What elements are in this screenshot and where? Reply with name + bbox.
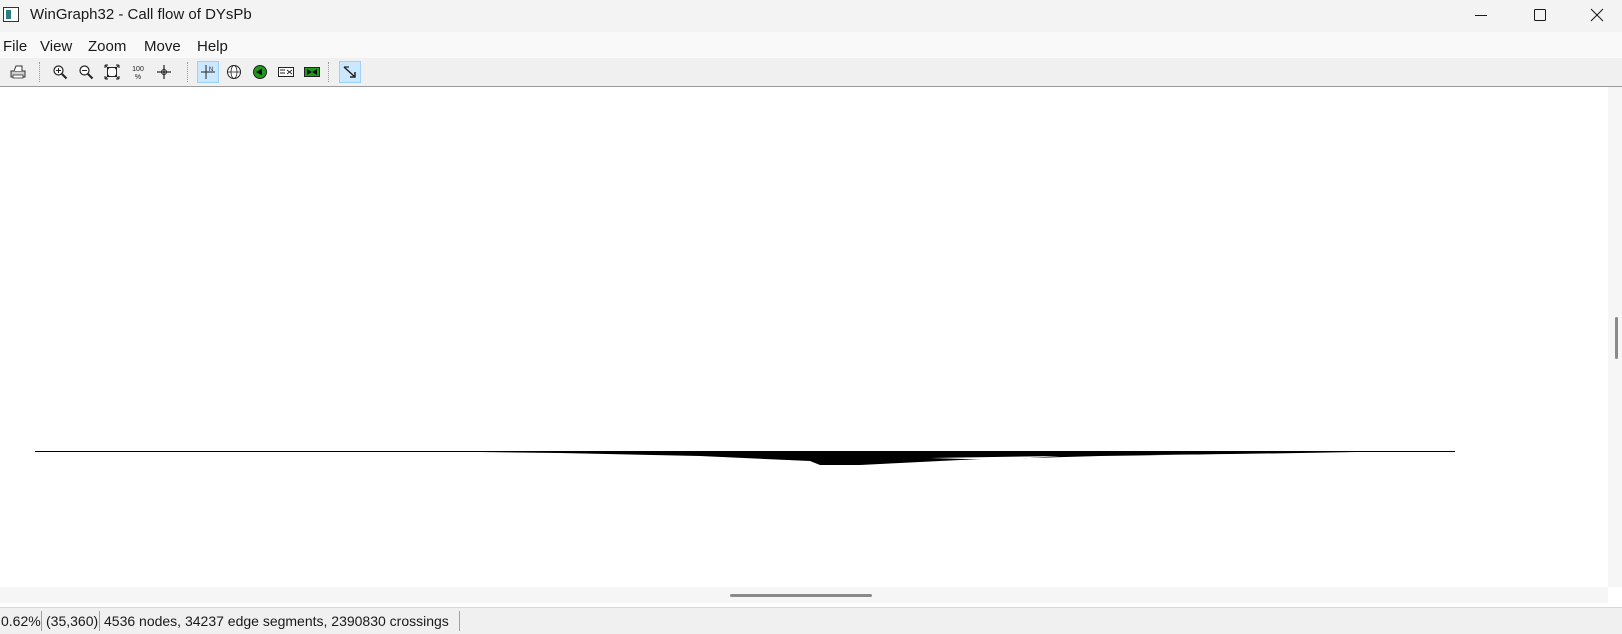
toolbar-separator (328, 62, 329, 82)
layout-normal-button[interactable]: N (197, 61, 219, 83)
toolbar-separator (187, 62, 188, 82)
graph-fold-icon (278, 67, 294, 77)
minimize-icon (1475, 15, 1487, 16)
call-flow-graph[interactable] (0, 87, 1608, 587)
maximize-icon (1534, 9, 1546, 21)
zoom-100-button[interactable]: 100 % (127, 61, 149, 83)
menu-file[interactable]: File (3, 38, 27, 55)
title-bar[interactable]: WinGraph32 - Call flow of DYsPb (0, 0, 1622, 32)
green-fold-icon (304, 67, 320, 77)
green-fold-button[interactable] (301, 61, 323, 83)
center-icon (157, 65, 171, 79)
graph-fold-button[interactable] (275, 61, 297, 83)
follow-edge-icon (343, 66, 356, 78)
toolbar-separator (39, 62, 40, 82)
svg-text:%: % (135, 74, 141, 81)
green-node-icon (253, 65, 267, 79)
center-button[interactable] (153, 61, 175, 83)
menu-move[interactable]: Move (144, 38, 181, 55)
close-icon (1590, 8, 1604, 22)
wingraph-app-icon[interactable] (3, 7, 19, 22)
zoom-in-button[interactable] (49, 61, 71, 83)
maximize-button[interactable] (1511, 0, 1569, 30)
toolbar: 100 % N (0, 58, 1622, 87)
zoom-100-icon: 100 % (132, 66, 144, 81)
green-node-button[interactable] (249, 61, 271, 83)
fisheye-button[interactable] (223, 61, 245, 83)
horizontal-scrollbar[interactable] (0, 587, 1608, 603)
window-title: WinGraph32 - Call flow of DYsPb (30, 6, 252, 23)
follow-edge-button[interactable] (339, 61, 361, 83)
graph-canvas[interactable] (0, 87, 1608, 587)
print-icon (10, 65, 26, 79)
fit-window-icon (104, 64, 120, 80)
minimize-button[interactable] (1452, 0, 1510, 30)
menu-zoom[interactable]: Zoom (88, 38, 126, 55)
zoom-in-icon (53, 65, 68, 80)
status-zoom: 0.62% (1, 611, 42, 631)
zoom-out-button[interactable] (75, 61, 97, 83)
zoom-out-icon (79, 65, 94, 80)
svg-text:N: N (209, 67, 213, 73)
print-button[interactable] (7, 61, 29, 83)
menu-help[interactable]: Help (197, 38, 228, 55)
fit-window-button[interactable] (101, 61, 123, 83)
fisheye-icon (227, 65, 241, 79)
status-position: (35,360) (46, 611, 100, 631)
status-graph-info: 4536 nodes, 34237 edge segments, 2390830… (102, 611, 460, 631)
status-bar: 0.62% (35,360) 4536 nodes, 34237 edge se… (0, 607, 1622, 634)
vertical-scrollbar[interactable] (1608, 87, 1622, 587)
close-button[interactable] (1568, 0, 1622, 30)
svg-text:100: 100 (132, 66, 144, 73)
horizontal-scroll-thumb[interactable] (730, 594, 872, 597)
layout-normal-icon: N (201, 65, 215, 79)
vertical-scroll-thumb[interactable] (1615, 317, 1618, 359)
menu-bar: File View Zoom Move Help (0, 32, 1622, 58)
menu-view[interactable]: View (40, 38, 72, 55)
